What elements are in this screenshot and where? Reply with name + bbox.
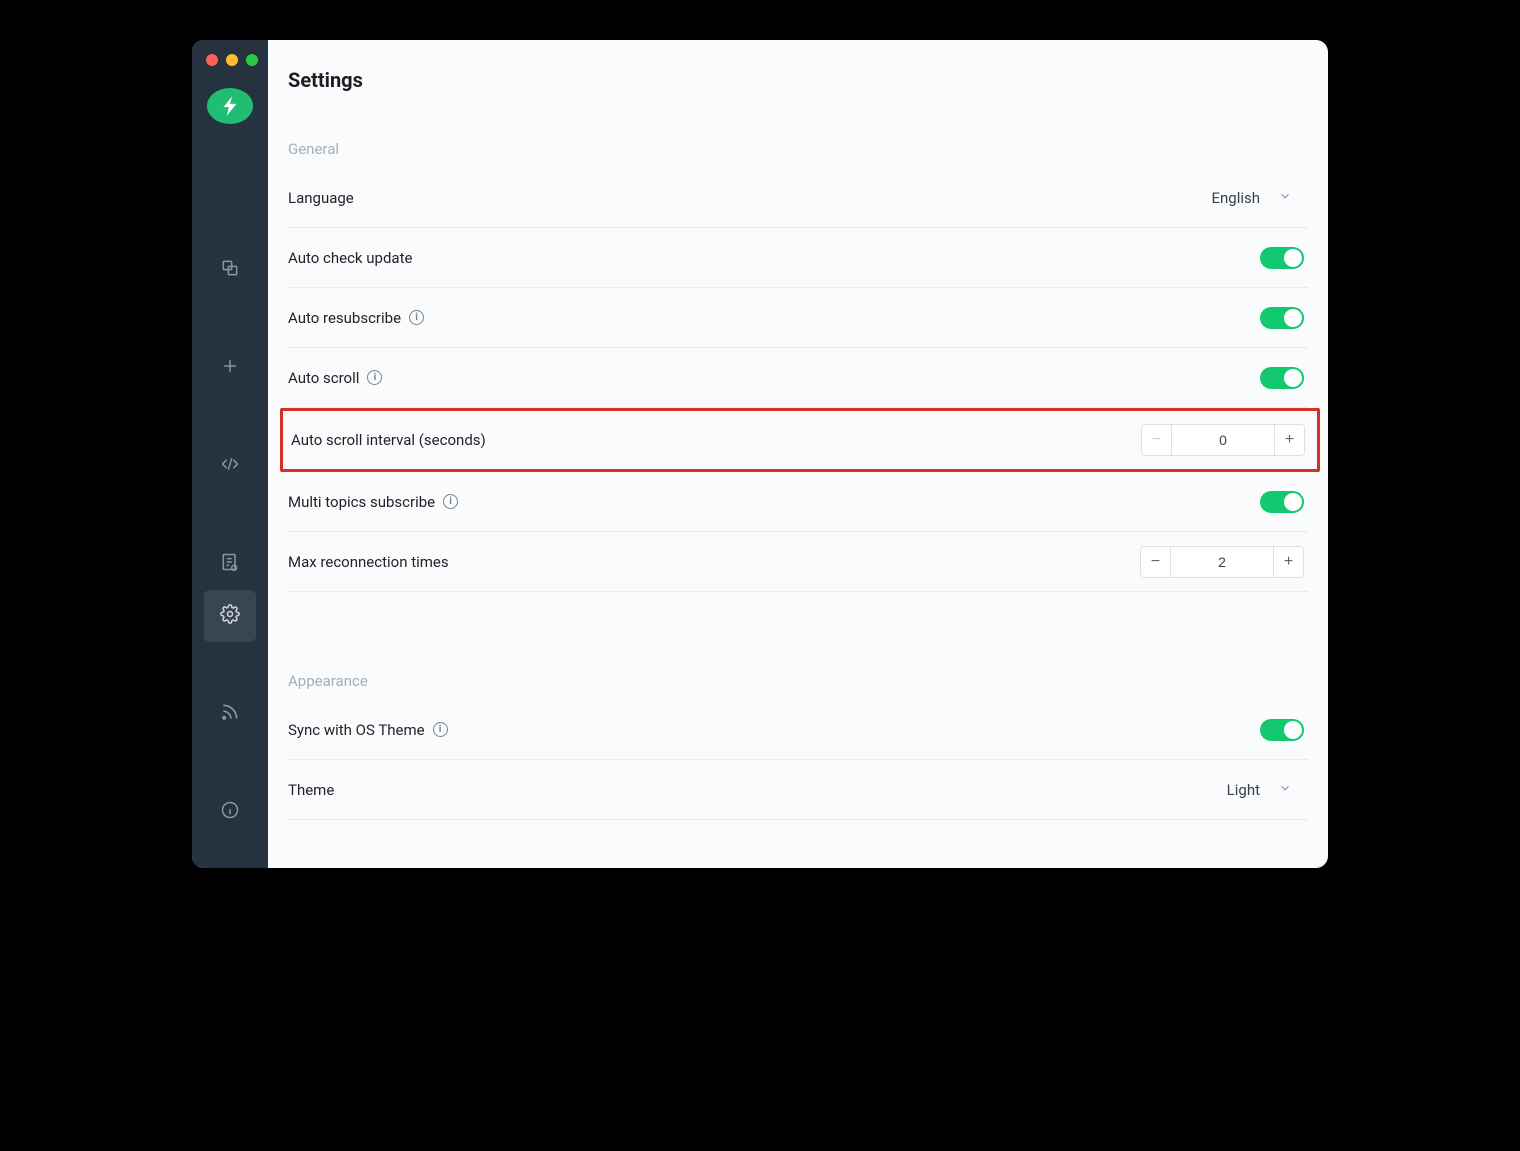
window-controls (206, 54, 258, 66)
theme-select[interactable]: Light (1227, 781, 1304, 799)
log-icon (220, 552, 240, 576)
sidebar-item-scripts[interactable] (204, 440, 256, 492)
auto-scroll-label: Auto scroll (288, 369, 359, 387)
plus-icon (220, 356, 240, 380)
info-icon[interactable]: i (409, 310, 424, 325)
multi-topics-label: Multi topics subscribe (288, 493, 435, 511)
highlighted-row: Auto scroll interval (seconds) − + (280, 408, 1320, 472)
info-icon[interactable]: i (433, 722, 448, 737)
auto-resubscribe-toggle[interactable] (1260, 307, 1304, 329)
auto-check-update-label: Auto check update (288, 249, 412, 267)
rss-icon (220, 702, 240, 726)
row-multi-topics: Multi topics subscribe i (288, 472, 1308, 532)
language-select[interactable]: English (1211, 189, 1304, 207)
sidebar-item-settings[interactable] (204, 590, 256, 642)
sync-os-theme-toggle[interactable] (1260, 719, 1304, 741)
auto-check-update-toggle[interactable] (1260, 247, 1304, 269)
language-label: Language (288, 189, 354, 207)
info-icon (220, 800, 240, 824)
copy-icon (220, 258, 240, 282)
info-icon[interactable]: i (443, 494, 458, 509)
main-content: Settings General Language English Auto c… (268, 40, 1328, 868)
auto-scroll-interval-label: Auto scroll interval (seconds) (291, 431, 486, 449)
stepper-increment-button[interactable]: + (1273, 547, 1303, 577)
row-max-reconnect: Max reconnection times − + (288, 532, 1308, 592)
max-reconnect-stepper: − + (1140, 546, 1304, 578)
auto-scroll-interval-stepper: − + (1141, 424, 1305, 456)
row-theme: Theme Light (288, 760, 1308, 820)
chevron-down-icon (1278, 781, 1292, 799)
section-appearance-label: Appearance (288, 672, 1328, 690)
page-title: Settings (288, 68, 1328, 92)
code-icon (220, 454, 240, 478)
row-auto-scroll: Auto scroll i (288, 348, 1308, 408)
sidebar-item-connections[interactable] (204, 244, 256, 296)
stepper-decrement-button[interactable]: − (1142, 425, 1172, 455)
app-window: Settings General Language English Auto c… (192, 40, 1328, 868)
info-icon[interactable]: i (367, 370, 382, 385)
sidebar (192, 40, 268, 868)
maximize-window-button[interactable] (246, 54, 258, 66)
app-logo (207, 88, 253, 124)
sidebar-item-logs[interactable] (204, 538, 256, 590)
close-window-button[interactable] (206, 54, 218, 66)
stepper-increment-button[interactable]: + (1274, 425, 1304, 455)
auto-scroll-toggle[interactable] (1260, 367, 1304, 389)
row-auto-resubscribe: Auto resubscribe i (288, 288, 1308, 348)
section-general-label: General (288, 140, 1328, 158)
chevron-down-icon (1278, 189, 1292, 207)
max-reconnect-label: Max reconnection times (288, 553, 449, 571)
auto-scroll-interval-input[interactable] (1172, 425, 1274, 455)
row-sync-os-theme: Sync with OS Theme i (288, 700, 1308, 760)
sidebar-item-feed[interactable] (204, 688, 256, 740)
max-reconnect-input[interactable] (1171, 547, 1273, 577)
language-value: English (1211, 189, 1260, 207)
stepper-decrement-button[interactable]: − (1141, 547, 1171, 577)
auto-resubscribe-label: Auto resubscribe (288, 309, 401, 327)
row-auto-check-update: Auto check update (288, 228, 1308, 288)
minimize-window-button[interactable] (226, 54, 238, 66)
theme-label: Theme (288, 781, 334, 799)
sidebar-item-new[interactable] (204, 342, 256, 394)
row-language: Language English (288, 168, 1308, 228)
multi-topics-toggle[interactable] (1260, 491, 1304, 513)
gear-icon (220, 604, 240, 628)
row-auto-scroll-interval: Auto scroll interval (seconds) − + (291, 411, 1309, 469)
sidebar-item-about[interactable] (204, 786, 256, 838)
theme-value: Light (1227, 781, 1260, 799)
sync-os-theme-label: Sync with OS Theme (288, 721, 425, 739)
